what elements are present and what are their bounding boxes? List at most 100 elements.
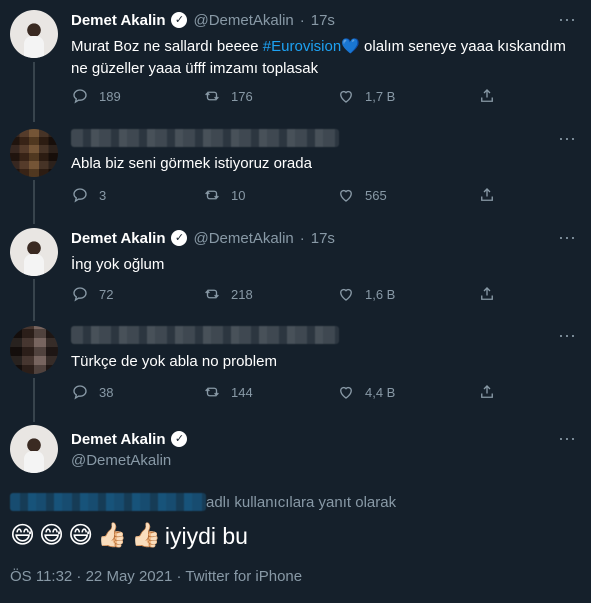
display-name[interactable]: Demet Akalin <box>71 230 165 247</box>
share-icon <box>478 383 496 401</box>
reply-icon <box>71 186 89 204</box>
share-icon <box>478 285 496 303</box>
share-button[interactable] <box>478 285 496 303</box>
hashtag-link[interactable]: #Eurovision <box>263 38 341 55</box>
reply-button[interactable]: 189 <box>71 87 121 105</box>
more-icon[interactable]: ··· <box>558 228 576 246</box>
display-name[interactable]: Demet Akalin <box>71 12 165 29</box>
tweet-meta[interactable]: ÖS 11:32 · 22 May 2021 · Twitter for iPh… <box>10 568 302 585</box>
tweet[interactable]: ··· Türkçe de yok abla no problem 38 144… <box>0 326 591 412</box>
main-tweet-text-content: iyiydi bu <box>164 523 248 549</box>
reply-icon <box>71 383 89 401</box>
like-icon <box>337 87 355 105</box>
reply-count: 189 <box>99 88 121 104</box>
reply-count: 72 <box>99 286 114 302</box>
like-count: 4,4 B <box>365 384 396 400</box>
more-icon[interactable]: ··· <box>558 10 576 28</box>
more-dots: ··· <box>558 128 576 148</box>
like-icon <box>337 186 355 204</box>
tweet-header: Demet Akalin ✓ @DemetAkalin · 17s <box>71 10 335 30</box>
avatar[interactable] <box>10 326 58 374</box>
tweet-actions: 189 176 1,7 B <box>71 87 591 107</box>
like-icon <box>337 285 355 303</box>
verified-icon: ✓ <box>171 230 188 246</box>
verified-icon: ✓ <box>171 431 188 447</box>
reply-to-note: adlı kullanıcılara yanıt olarak <box>10 492 396 512</box>
emoji: 😅 <box>10 522 36 549</box>
username[interactable]: @DemetAkalin <box>193 12 293 29</box>
tweet-text: Abla biz seni görmek istiyoruz orada <box>71 155 312 172</box>
retweet-count: 218 <box>231 286 253 302</box>
share-icon <box>478 186 496 204</box>
main-tweet-text: 😅 😅 😅 👍🏻 👍🏻 iyiydi bu <box>10 520 248 552</box>
share-icon <box>478 87 496 105</box>
share-button[interactable] <box>478 87 496 105</box>
verified-icon: ✓ <box>171 12 188 28</box>
retweet-button[interactable]: 176 <box>203 87 253 105</box>
avatar[interactable] <box>10 228 58 276</box>
reply-button[interactable]: 38 <box>71 383 113 401</box>
blurred-reply-usernames[interactable] <box>10 493 206 511</box>
like-button[interactable]: 1,6 B <box>337 285 395 303</box>
emoji: 😅 <box>39 522 65 549</box>
tweet[interactable]: ··· Abla biz seni görmek istiyoruz orada… <box>0 129 591 217</box>
more-icon[interactable]: ··· <box>558 326 576 344</box>
reply-icon <box>71 285 89 303</box>
reply-count: 3 <box>99 187 107 203</box>
tweet-actions: 72 218 1,6 B <box>71 285 591 305</box>
dot-separator: · <box>299 229 305 247</box>
share-button[interactable] <box>478 383 496 401</box>
tweet-header: Demet Akalin ✓ @DemetAkalin · 17s <box>71 228 335 248</box>
like-count: 1,6 B <box>365 286 396 302</box>
retweet-count: 176 <box>231 88 253 104</box>
more-dots: ··· <box>558 325 576 345</box>
like-button[interactable]: 1,7 B <box>337 87 395 105</box>
username[interactable]: @DemetAkalin <box>193 230 293 247</box>
emoji: 👍🏻 <box>130 522 161 549</box>
display-name[interactable]: Demet Akalin <box>71 431 165 448</box>
retweet-icon <box>203 186 221 204</box>
like-button[interactable]: 4,4 B <box>337 383 395 401</box>
reply-note-text: adlı kullanıcılara yanıt olarak <box>206 493 397 511</box>
tweet-text-part: Murat Boz ne sallardı beeee <box>71 38 259 55</box>
tweet-actions: 3 10 565 <box>71 186 591 206</box>
blue-heart-emoji: 💙 <box>341 38 360 55</box>
tweet[interactable]: Demet Akalin ✓ @DemetAkalin · 17s ··· İn… <box>0 228 591 314</box>
more-dots: ··· <box>558 428 576 448</box>
retweet-icon <box>203 87 221 105</box>
tweet[interactable]: Demet Akalin ✓ @DemetAkalin · 17s ··· Mu… <box>0 10 591 114</box>
avatar[interactable] <box>10 425 58 473</box>
retweet-icon <box>203 285 221 303</box>
like-button[interactable]: 565 <box>337 186 387 204</box>
avatar[interactable] <box>10 129 58 177</box>
timestamp[interactable]: 17s <box>311 12 335 29</box>
retweet-icon <box>203 383 221 401</box>
like-icon <box>337 383 355 401</box>
timestamp[interactable]: 17s <box>311 230 335 247</box>
reply-button[interactable]: 3 <box>71 186 106 204</box>
retweet-button[interactable]: 10 <box>203 186 245 204</box>
more-dots: ··· <box>558 9 576 29</box>
emoji: 👍🏻 <box>97 522 127 549</box>
dot-separator: · <box>299 11 305 29</box>
tweet-header: Demet Akalin ✓ <box>71 429 188 449</box>
reply-button[interactable]: 72 <box>71 285 113 303</box>
retweet-count: 144 <box>231 384 253 400</box>
avatar[interactable] <box>10 10 58 58</box>
retweet-button[interactable]: 218 <box>203 285 253 303</box>
tweet-text: Murat Boz ne sallardı beeee #Eurovision💙… <box>71 36 577 80</box>
emoji: 😅 <box>68 522 94 549</box>
tweet-text: Türkçe de yok abla no problem <box>71 353 277 370</box>
retweet-button[interactable]: 144 <box>203 383 253 401</box>
tweet-actions: 38 144 4,4 B <box>71 383 591 403</box>
reply-icon <box>71 87 89 105</box>
blurred-user-info <box>71 326 339 344</box>
retweet-count: 10 <box>231 187 246 203</box>
more-icon[interactable]: ··· <box>558 429 576 447</box>
like-count: 1,7 B <box>365 88 396 104</box>
more-icon[interactable]: ··· <box>558 129 576 147</box>
share-button[interactable] <box>478 186 496 204</box>
username[interactable]: @DemetAkalin <box>71 452 171 469</box>
more-dots: ··· <box>558 227 576 247</box>
tweet-text: İng yok oğlum <box>71 256 165 273</box>
